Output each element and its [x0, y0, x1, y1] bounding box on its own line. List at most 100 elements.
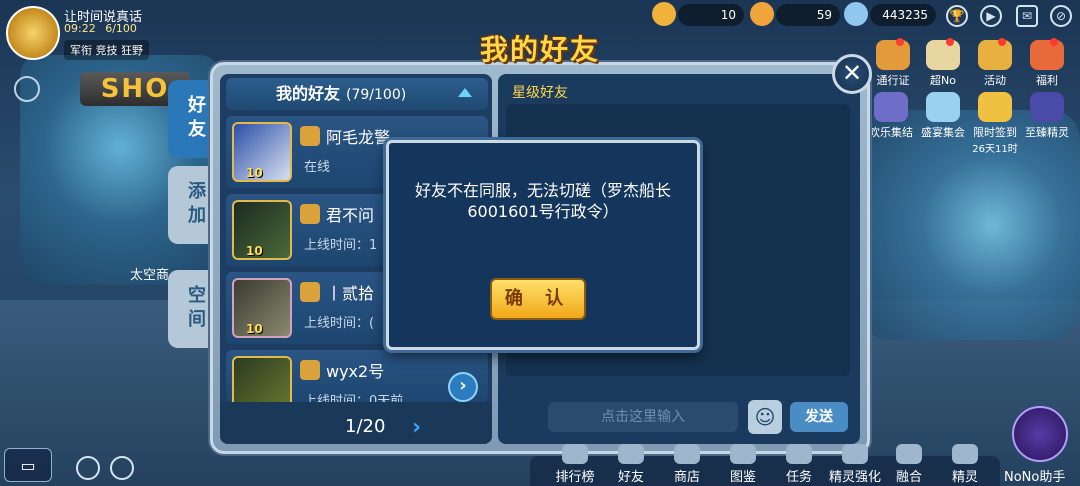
- right-icon-label: 通行证: [876, 74, 910, 87]
- coin-icon: [652, 2, 676, 26]
- rank-badge-icon: [300, 204, 320, 224]
- shop-icon: [674, 444, 700, 464]
- fusion-icon: [896, 444, 922, 464]
- page-number: 1/20: [345, 416, 386, 437]
- friend-avatar: [232, 356, 292, 402]
- right-icon-feast[interactable]: 盛宴集会: [918, 92, 968, 140]
- tab-friends[interactable]: 好友: [168, 80, 208, 158]
- right-icon-signin[interactable]: 限时签到 26天11时: [970, 92, 1020, 155]
- resource-ticket[interactable]: 59: [776, 4, 840, 26]
- task-icon: [786, 444, 812, 464]
- friend-level: 10: [246, 322, 263, 336]
- trophy-icon[interactable]: 🏆: [946, 5, 968, 27]
- right-icon-elite[interactable]: 至臻精灵: [1022, 92, 1072, 140]
- nav-codex[interactable]: 图鉴: [718, 466, 768, 485]
- nav-friends[interactable]: 好友: [606, 466, 656, 485]
- resource-diamond[interactable]: 443235: [870, 4, 936, 26]
- nav-spirits[interactable]: 精灵: [940, 466, 990, 485]
- feast-icon: [926, 92, 960, 122]
- player-status: 09:22 6/100: [64, 22, 137, 35]
- space-shop-label: 太空商: [130, 268, 170, 283]
- play-icon[interactable]: ▶: [980, 5, 1002, 27]
- friend-status: 上线时间：(: [304, 316, 375, 331]
- next-page-icon[interactable]: ›: [412, 415, 421, 440]
- friend-status: 上线时间：0天前: [304, 394, 404, 402]
- right-icon-label: 超No: [930, 74, 956, 87]
- nono-assistant-icon[interactable]: [1012, 406, 1068, 462]
- chat-bubble-icon[interactable]: ▭: [4, 448, 52, 482]
- mail-icon[interactable]: ✉: [1016, 5, 1038, 27]
- codex-icon: [730, 444, 756, 464]
- gift-icon: [1030, 38, 1064, 70]
- right-icon-activity[interactable]: 活动: [970, 38, 1020, 88]
- nav-fusion[interactable]: 融合: [884, 466, 934, 485]
- clock-time: 09:22: [64, 22, 96, 35]
- target-icon[interactable]: [76, 456, 100, 480]
- right-icon-welfare[interactable]: 福利: [1022, 38, 1072, 88]
- nav-ranking[interactable]: 排行榜: [550, 466, 600, 485]
- panel-title: 我的好友: [479, 33, 600, 66]
- right-icon-label: 福利: [1036, 74, 1058, 87]
- pass-icon: [876, 38, 910, 70]
- friend-status: 上线时间：1: [304, 238, 378, 253]
- friend-name: wyx2号: [326, 362, 385, 381]
- stamina-value: 6/100: [105, 22, 137, 35]
- activity-icon: [978, 38, 1012, 70]
- right-icon-superno[interactable]: 超No: [918, 38, 968, 88]
- send-button[interactable]: 发送: [790, 402, 848, 432]
- rank-badge-icon: [300, 126, 320, 146]
- close-button[interactable]: ✕: [832, 54, 872, 94]
- chat-input[interactable]: 点击这里输入: [548, 402, 738, 432]
- friend-detail-arrow-icon[interactable]: ›: [448, 372, 478, 402]
- hide-icon[interactable]: ⊘: [1050, 5, 1072, 27]
- upgrade-icon: [842, 444, 868, 464]
- right-icon-label: 限时签到: [973, 126, 1017, 139]
- friend-count: (79/100): [346, 87, 407, 103]
- tab-space[interactable]: 空间: [168, 270, 208, 348]
- player-tags[interactable]: 军衔 竞技 狂野: [64, 40, 149, 60]
- rank-badge-icon: [300, 360, 320, 380]
- right-icon-label: 盛宴集会: [921, 126, 965, 139]
- tab-add[interactable]: 添加: [168, 166, 208, 244]
- notification-dot: [896, 38, 904, 46]
- collapse-caret-icon[interactable]: [458, 88, 472, 97]
- ticket-icon: [750, 2, 774, 26]
- gathering-icon: [874, 92, 908, 122]
- friend-name: 君不问: [326, 206, 375, 225]
- diamond-icon: [844, 2, 868, 26]
- confirm-button[interactable]: 确 认: [490, 278, 586, 320]
- friends-icon: [618, 444, 644, 464]
- elite-spirit-icon: [1030, 92, 1064, 122]
- spirit-icon: [952, 444, 978, 464]
- friend-level: 10: [246, 244, 263, 258]
- settings-icon[interactable]: [110, 456, 134, 480]
- superno-icon: [926, 38, 960, 70]
- friend-name: 阿毛龙警: [326, 128, 391, 147]
- refresh-icon[interactable]: [14, 76, 40, 102]
- nav-tasks[interactable]: 任务: [774, 466, 824, 485]
- friend-name: 丨贰拾: [326, 284, 375, 303]
- right-icon-pass[interactable]: 通行证: [868, 38, 918, 88]
- notification-dot: [946, 38, 954, 46]
- star-friends-label: 星级好友: [512, 85, 568, 101]
- right-icon-label: 至臻精灵: [1025, 126, 1069, 139]
- emoji-icon[interactable]: ☺: [748, 400, 782, 434]
- alert-message: 好友不在同服，无法切磋（罗杰船长6001601号行政令）: [414, 181, 671, 221]
- rank-badge-icon: [300, 282, 320, 302]
- friend-level: 10: [246, 166, 263, 180]
- friend-row[interactable]: wyx2号 上线时间：0天前: [226, 350, 488, 402]
- right-icon-label: 欢乐集结: [869, 126, 913, 139]
- friend-list-header[interactable]: 我的好友 (79/100): [226, 78, 488, 110]
- player-avatar[interactable]: [6, 6, 60, 60]
- nav-shop[interactable]: 商店: [662, 466, 712, 485]
- list-header-title: 我的好友: [276, 84, 341, 103]
- signin-icon: [978, 92, 1012, 122]
- signin-countdown: 26天11时: [972, 144, 1018, 155]
- right-icon-label: 活动: [984, 74, 1006, 87]
- notification-dot: [1050, 38, 1058, 46]
- assistant-label: NoNo助手: [1004, 470, 1066, 485]
- right-icon-gathering[interactable]: 欢乐集结: [866, 92, 916, 140]
- resource-coin[interactable]: 10: [678, 4, 744, 26]
- nav-spirit-upgrade[interactable]: 精灵强化: [824, 466, 886, 485]
- friend-status: 在线: [304, 160, 331, 175]
